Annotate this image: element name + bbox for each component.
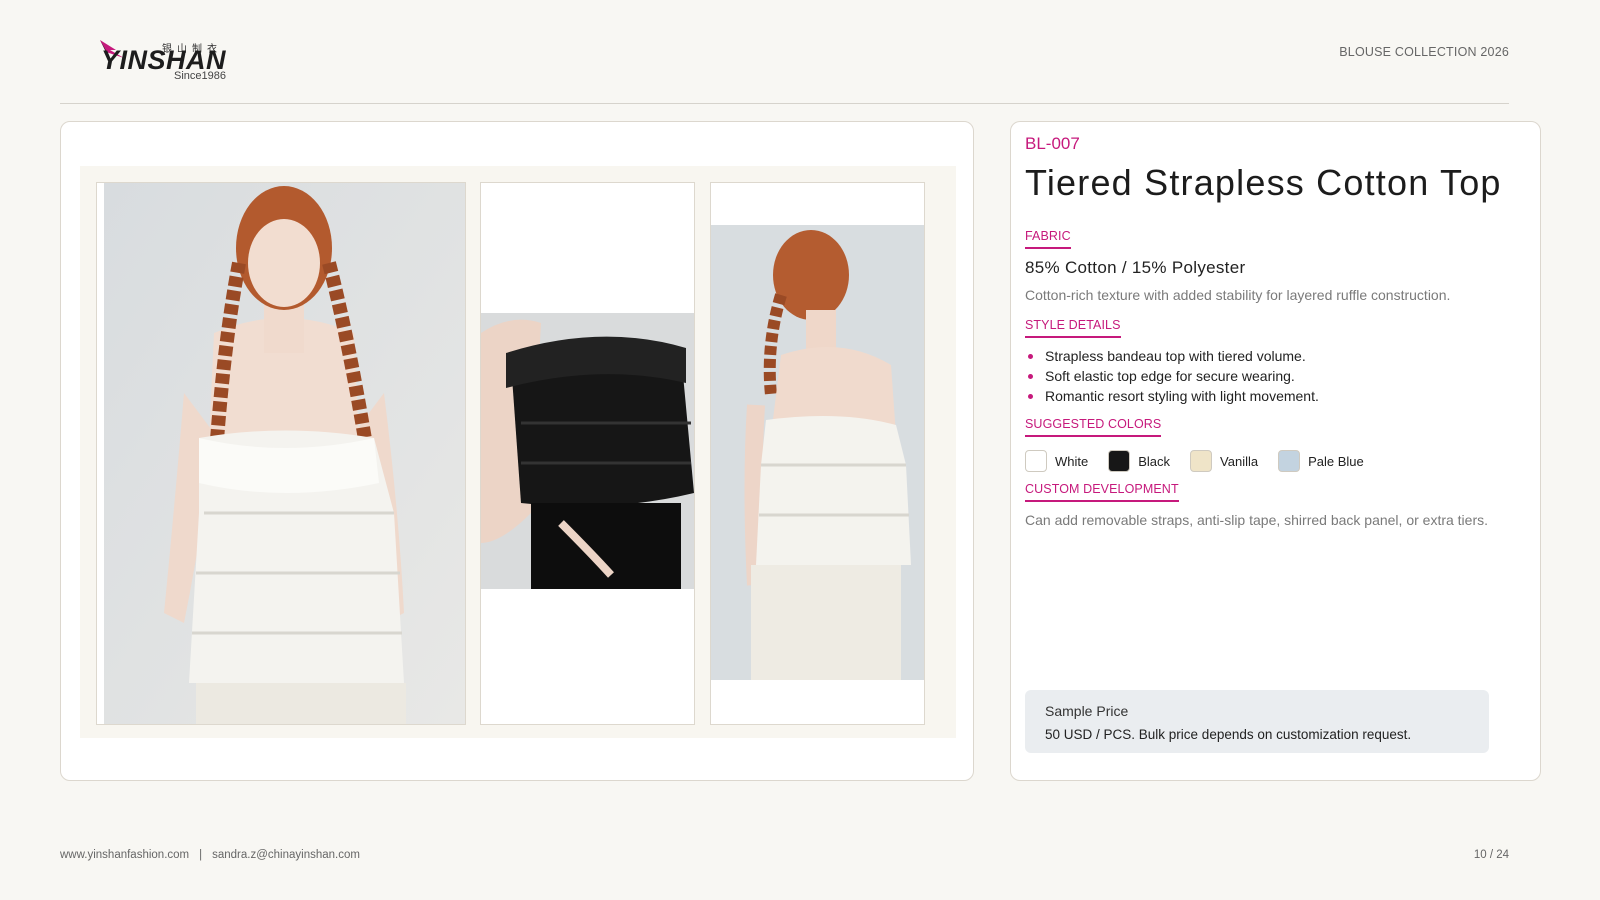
product-photo-back[interactable] (710, 182, 925, 725)
gallery-panel (80, 166, 956, 738)
color-swatches: White Black Vanilla Pale Blue (1025, 450, 1384, 472)
fabric-note: Cotton-rich texture with added stability… (1025, 287, 1451, 303)
product-photo-front[interactable] (96, 182, 466, 725)
product-title: Tiered Strapless Cotton Top (1025, 162, 1502, 203)
bullet-icon (1028, 394, 1033, 399)
style-detail-text: Strapless bandeau top with tiered volume… (1045, 348, 1306, 364)
fabric-composition: 85% Cotton / 15% Polyester (1025, 258, 1246, 277)
photo-side-black-image (481, 313, 694, 589)
color-option-vanilla[interactable]: Vanilla (1190, 450, 1258, 472)
product-photo-side-black[interactable] (480, 182, 695, 725)
swatch-vanilla (1190, 450, 1213, 472)
sample-price-title: Sample Price (1045, 703, 1129, 719)
swatch-white (1025, 450, 1047, 472)
header-divider (60, 103, 1509, 104)
sample-price-text: 50 USD / PCS. Bulk price depends on cust… (1045, 727, 1412, 742)
color-name: Vanilla (1220, 453, 1259, 469)
style-details-label: STYLE DETAILS (1025, 318, 1121, 338)
footer-email-link[interactable]: sandra.z@chinayinshan.com (212, 849, 360, 861)
brand-logo: 银山制衣 YINSHAN Since1986 (98, 36, 238, 86)
list-item: Romantic resort styling with light movem… (1025, 386, 1319, 406)
footer-separator: | (199, 849, 203, 861)
fabric-section-label: FABRIC (1025, 229, 1071, 249)
footer-website-link[interactable]: www.yinshanfashion.com (60, 849, 189, 861)
color-name: White (1055, 453, 1089, 469)
color-option-pale-blue[interactable]: Pale Blue (1278, 450, 1364, 472)
collection-title: BLOUSE COLLECTION 2026 (1339, 45, 1509, 59)
footer-contact: www.yinshanfashion.com | sandra.z@chinayin… (60, 849, 360, 861)
sample-price-box: Sample Price 50 USD / PCS. Bulk price de… (1025, 690, 1489, 753)
list-item: Soft elastic top edge for secure wearing… (1025, 366, 1319, 386)
product-code: BL-007 (1025, 134, 1080, 153)
color-option-white[interactable]: White (1025, 450, 1088, 472)
swatch-black (1108, 450, 1131, 472)
bullet-icon (1028, 374, 1033, 379)
page-number: 10 / 24 (1473, 849, 1509, 861)
color-name: Black (1138, 453, 1171, 469)
custom-development-note: Can add removable straps, anti-slip tape… (1025, 512, 1489, 528)
list-item: Strapless bandeau top with tiered volume… (1025, 346, 1319, 366)
custom-development-label: CUSTOM DEVELOPMENT (1025, 482, 1179, 502)
logo-since: Since1986 (174, 70, 226, 82)
bullet-icon (1028, 354, 1033, 359)
style-detail-text: Romantic resort styling with light movem… (1045, 388, 1319, 404)
suggested-colors-label: SUGGESTED COLORS (1025, 417, 1162, 437)
color-option-black[interactable]: Black (1108, 450, 1170, 472)
color-name: Pale Blue (1308, 453, 1364, 469)
product-details-card: BL-007 Tiered Strapless Cotton Top FABRI… (1010, 121, 1541, 781)
style-details-list: Strapless bandeau top with tiered volume… (1025, 346, 1319, 406)
photo-front-image (104, 183, 465, 724)
gallery-card (60, 121, 974, 781)
photo-back-image (711, 225, 924, 680)
swatch-pale-blue (1278, 450, 1301, 472)
style-detail-text: Soft elastic top edge for secure wearing… (1045, 368, 1295, 384)
